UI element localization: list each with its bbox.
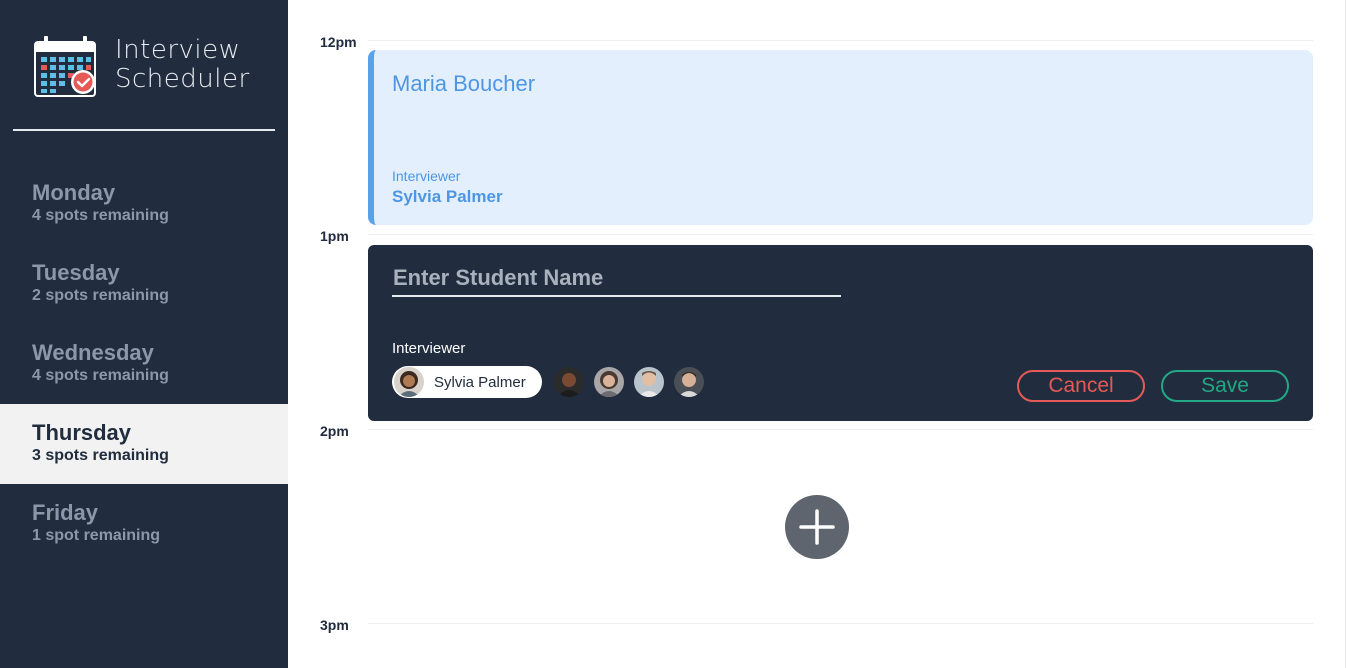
time-slot-divider (368, 40, 1313, 41)
time-slot-divider (368, 429, 1313, 430)
calendar-check-icon (34, 36, 96, 97)
day-name: Thursday (32, 420, 132, 445)
sidebar: Interview Scheduler Monday 4 spots remai… (0, 0, 288, 668)
brand: Interview Scheduler (33, 34, 250, 100)
plus-icon (799, 509, 835, 545)
time-label-3pm: 3pm (320, 617, 349, 633)
day-spots: 4 spots remaining (32, 367, 169, 384)
time-label-2pm: 2pm (320, 423, 349, 439)
day-spots: 3 spots remaining (32, 447, 169, 464)
appointment-form: Interviewer Sylvia Palmer (368, 245, 1313, 421)
app-title-line1: Interview (115, 35, 241, 65)
appointment-card[interactable]: Maria Boucher Interviewer Sylvia Palmer (368, 50, 1313, 225)
day-spots: 4 spots remaining (32, 207, 169, 224)
day-item-monday[interactable]: Monday 4 spots remaining (0, 164, 288, 244)
day-name: Friday (32, 500, 99, 525)
save-button[interactable]: Save (1161, 370, 1289, 402)
add-appointment-button[interactable] (785, 495, 849, 559)
day-spots: 1 spot remaining (32, 527, 161, 544)
day-list: Monday 4 spots remaining Tuesday 2 spots… (0, 164, 288, 564)
appointment-student-name: Maria Boucher (392, 71, 536, 96)
avatar (394, 367, 424, 397)
student-name-input[interactable] (392, 265, 841, 297)
interviewer-item-selected[interactable]: Sylvia Palmer (392, 366, 542, 398)
time-slot-divider (368, 623, 1313, 624)
cancel-button[interactable]: Cancel (1017, 370, 1145, 402)
time-label-12pm: 12pm (320, 34, 357, 50)
interviewer-avatar[interactable] (673, 367, 704, 397)
appointment-interviewer-label: Interviewer (392, 168, 461, 184)
day-name: Wednesday (32, 340, 154, 365)
day-item-friday[interactable]: Friday 1 spot remaining (0, 484, 288, 564)
interviewer-avatar[interactable] (553, 367, 584, 397)
interviewer-avatar[interactable] (593, 367, 624, 397)
sidebar-divider (13, 129, 275, 131)
interviewer-name: Sylvia Palmer (434, 373, 526, 391)
day-item-wednesday[interactable]: Wednesday 4 spots remaining (0, 324, 288, 404)
day-spots: 2 spots remaining (32, 287, 169, 304)
day-name: Monday (32, 180, 116, 205)
app-title-line2: Scheduler (115, 64, 250, 94)
interviewer-list: Sylvia Palmer (392, 366, 704, 398)
app-title: Interview Scheduler (115, 36, 250, 94)
day-item-thursday[interactable]: Thursday 3 spots remaining (0, 404, 288, 484)
time-label-1pm: 1pm (320, 228, 349, 244)
day-name: Tuesday (32, 260, 120, 285)
interviewer-avatar[interactable] (633, 367, 664, 397)
form-interviewer-label: Interviewer (392, 340, 466, 357)
schedule: 12pm Maria Boucher Interviewer Sylvia Pa… (288, 0, 1346, 668)
appointment-interviewer-name: Sylvia Palmer (392, 187, 503, 206)
time-slot-divider (368, 234, 1313, 235)
day-item-tuesday[interactable]: Tuesday 2 spots remaining (0, 244, 288, 324)
